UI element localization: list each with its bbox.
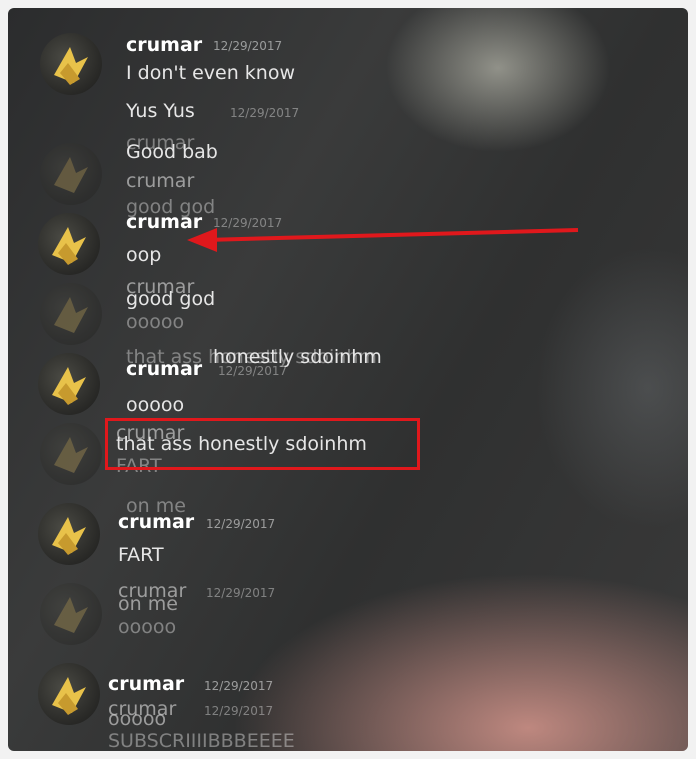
timestamp: 12/29/2017 xyxy=(206,517,276,531)
message-text: ooooo xyxy=(108,708,167,730)
avatar[interactable] xyxy=(40,583,102,645)
timestamp: 12/29/2017 xyxy=(218,364,288,378)
message-text: ooooo xyxy=(126,311,185,333)
message-text: FART xyxy=(118,544,164,566)
message-text: SUBSCRIIIIBBBEEEE xyxy=(108,730,295,751)
phone-screen: crumar 12/29/2017 I don't even know Yus … xyxy=(8,8,688,751)
avatar[interactable] xyxy=(40,33,102,95)
avatar[interactable] xyxy=(40,423,102,485)
timestamp: 12/29/2017 xyxy=(206,586,276,600)
avatar[interactable] xyxy=(38,503,100,565)
timestamp: 12/29/2017 xyxy=(204,679,274,693)
avatar[interactable] xyxy=(38,213,100,275)
username[interactable]: crumar xyxy=(118,511,194,533)
avatar[interactable] xyxy=(38,353,100,415)
timestamp: 12/29/2017 xyxy=(204,704,274,718)
timestamp: 12/29/2017 xyxy=(213,39,283,53)
message-text: oop xyxy=(126,244,162,266)
username[interactable]: crumar xyxy=(108,673,184,695)
avatar[interactable] xyxy=(40,283,102,345)
message-text: Good bab xyxy=(126,141,218,163)
avatar[interactable] xyxy=(38,663,100,725)
message-text: on me xyxy=(118,593,178,615)
message-text: ooooo xyxy=(118,616,177,638)
username[interactable]: crumar xyxy=(126,358,202,380)
red-box-annotation xyxy=(105,418,420,470)
message-text: Yus Yus xyxy=(126,100,195,122)
avatar[interactable] xyxy=(40,143,102,205)
red-arrow-annotation xyxy=(187,228,579,252)
message-text: I don't even know xyxy=(126,62,295,84)
timestamp: 12/29/2017 xyxy=(230,106,300,120)
username[interactable]: crumar xyxy=(126,170,194,192)
username[interactable]: crumar xyxy=(126,34,202,56)
message-text: good god xyxy=(126,288,216,310)
message-text: ooooo xyxy=(126,394,185,416)
